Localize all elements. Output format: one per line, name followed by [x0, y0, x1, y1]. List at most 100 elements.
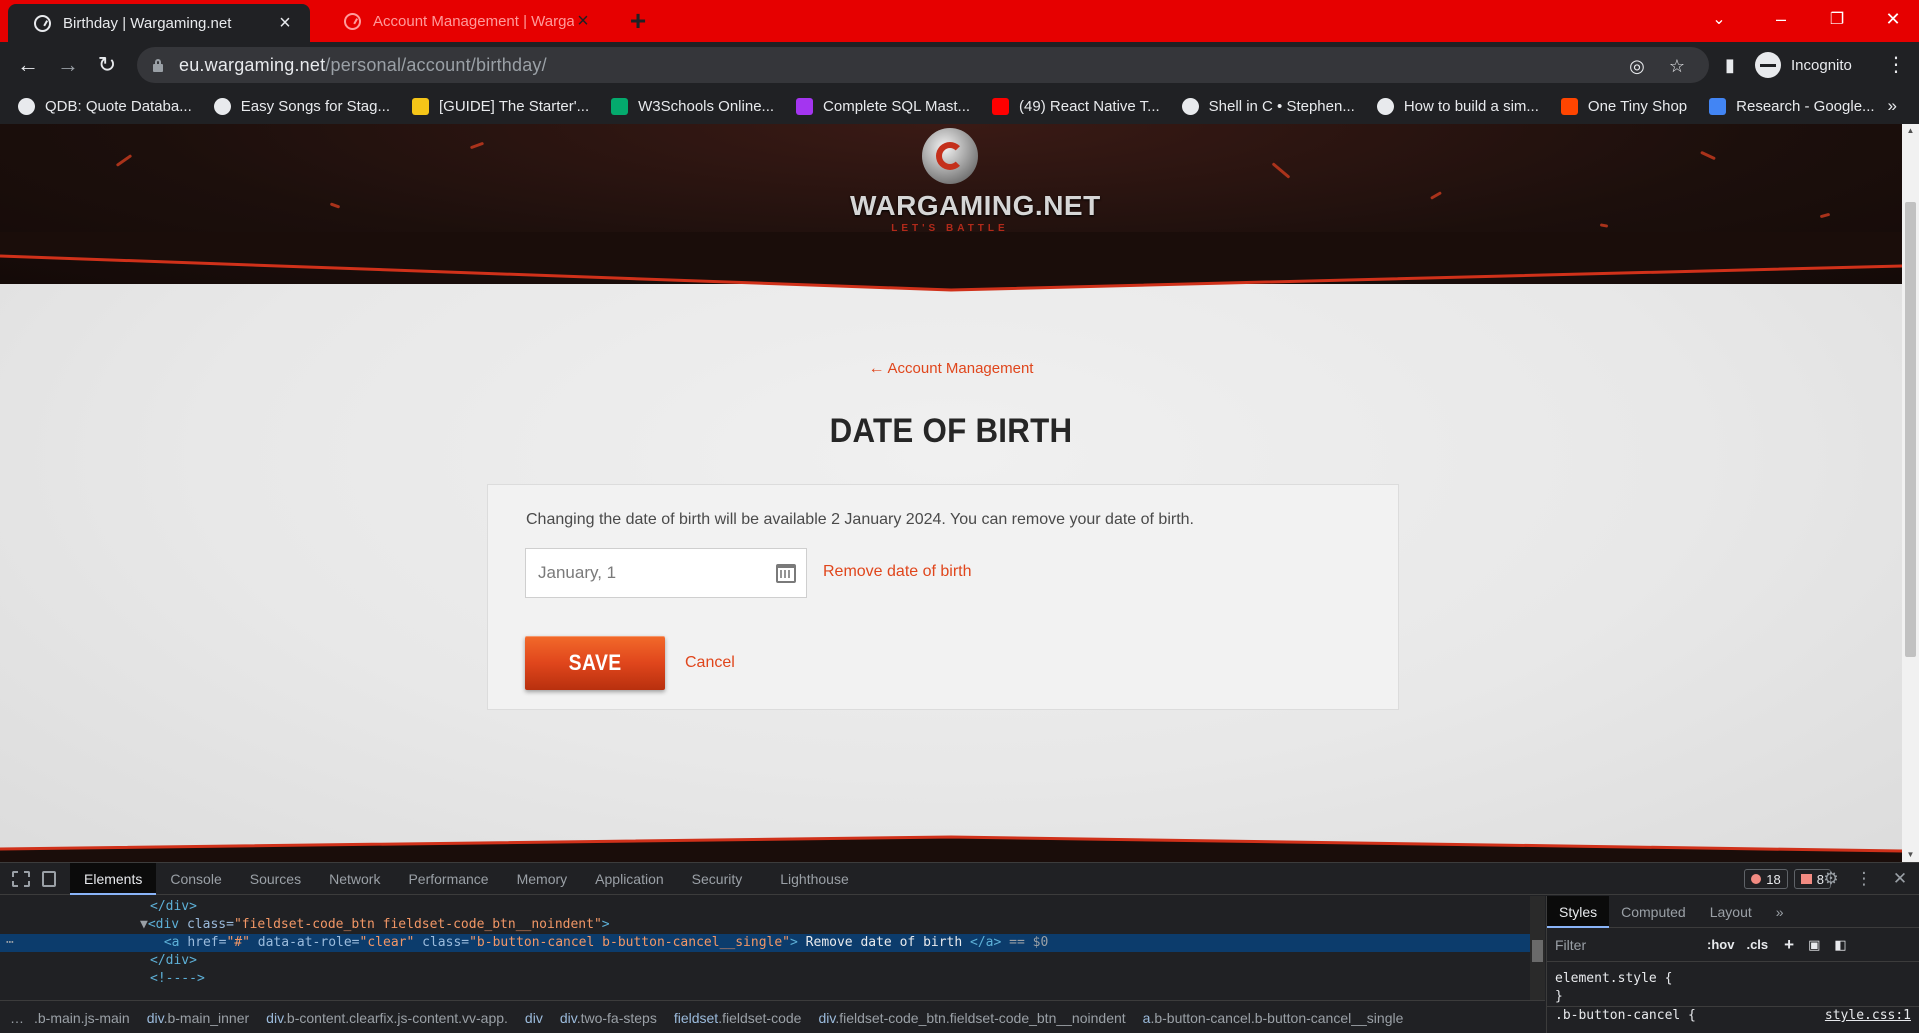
breadcrumb-item[interactable]: div	[525, 1010, 543, 1026]
lock-icon	[151, 58, 165, 72]
breadcrumb-class: .b-main.js-main	[34, 1009, 130, 1026]
tab-close-icon[interactable]: ×	[276, 13, 294, 33]
element-style-rule[interactable]: element.style {	[1547, 970, 1919, 988]
back-to-account-link[interactable]: ← Account Management	[0, 360, 1902, 378]
selected-code-line[interactable]: ⋯ <a href="#" data-at-role="clear" class=…	[0, 934, 1530, 952]
url-text: eu.wargaming.net/personal/account/birthd…	[179, 55, 547, 76]
elements-scrollbar[interactable]	[1530, 896, 1545, 1000]
incognito-profile[interactable]: Incognito	[1755, 47, 1852, 83]
new-tab-button[interactable]: +	[624, 7, 652, 35]
close-window-button[interactable]: ✕	[1870, 0, 1916, 38]
wargaming-logo[interactable]: WARGAMING.NET LET'S BATTLE	[850, 124, 1100, 239]
styles-tab-layout[interactable]: Layout	[1698, 896, 1764, 928]
styles-filter-input[interactable]: Filter	[1555, 937, 1695, 953]
breadcrumb-item[interactable]: div.two-fa-steps	[560, 1010, 657, 1026]
breadcrumb-overflow-icon[interactable]: …	[10, 1010, 24, 1026]
styles-tab-computed[interactable]: Computed	[1609, 896, 1698, 928]
toggle-sidebar-icon[interactable]: ◧	[1834, 937, 1846, 953]
breadcrumb-item[interactable]: div.fieldset-code_btn.fieldset-code_btn_…	[818, 1010, 1125, 1026]
star-icon[interactable]: ☆	[1667, 56, 1687, 76]
reload-icon[interactable]: ↻	[92, 50, 122, 80]
hand-icon	[213, 97, 231, 115]
scrollbar-thumb[interactable]	[1905, 202, 1916, 657]
code-line[interactable]: </div>	[150, 898, 1530, 916]
breadcrumb-class: .b-button-cancel.b-button-cancel__single	[1150, 1009, 1404, 1026]
bookmark-item[interactable]: (49) React Native T...	[992, 97, 1160, 115]
bookmark-item[interactable]: One Tiny Shop	[1560, 97, 1688, 115]
new-rule-icon[interactable]: +	[1784, 935, 1794, 955]
bookmark-item[interactable]: Easy Songs for Stag...	[213, 97, 390, 115]
error-badge[interactable]: 18	[1744, 869, 1788, 889]
page-scrollbar[interactable]: ▲ ▼	[1902, 124, 1919, 862]
bookmark-item[interactable]: How to build a sim...	[1376, 97, 1539, 115]
devtools-tab-elements[interactable]: Elements	[70, 862, 157, 895]
breadcrumb-tag: fieldset	[673, 1009, 719, 1026]
gear-icon[interactable]: ⚙	[1821, 869, 1841, 889]
scrollbar-thumb[interactable]	[1532, 940, 1543, 962]
styles-tab-styles[interactable]: Styles	[1547, 895, 1610, 928]
back-arrow-icon[interactable]: ←	[13, 50, 43, 80]
bookmark-label: QDB: Quote Databa...	[45, 97, 192, 115]
breadcrumb-item[interactable]: fieldset.fieldset-code	[674, 1010, 802, 1026]
cls-toggle[interactable]: .cls	[1746, 937, 1768, 952]
styles-more-icon[interactable]: »	[1764, 896, 1796, 928]
bookmark-item[interactable]: QDB: Quote Databa...	[18, 97, 192, 115]
date-of-birth-field[interactable]: January, 1	[525, 548, 807, 598]
remove-date-link[interactable]: Remove date of birth	[823, 563, 972, 581]
browser-menu-icon[interactable]: ⋮	[1886, 50, 1906, 80]
devtools-tab-security[interactable]: Security	[678, 863, 757, 895]
devtools-tab-console[interactable]: Console	[156, 863, 235, 895]
code-line[interactable]: <!---->	[150, 970, 1530, 988]
styles-pane: Styles Computed Layout» Filter :hov .cls +…	[1546, 895, 1919, 1033]
devtools-tab-lighthouse[interactable]: Lighthouse	[766, 863, 863, 895]
calendar-icon[interactable]	[776, 564, 796, 583]
devtools-tab-sources[interactable]: Sources	[236, 863, 315, 895]
scroll-down-icon[interactable]: ▼	[1902, 848, 1919, 862]
restore-button[interactable]: ❐	[1814, 0, 1860, 38]
forward-arrow-icon[interactable]: →	[53, 50, 83, 80]
bookmark-label: How to build a sim...	[1403, 97, 1539, 115]
hov-toggle[interactable]: :hov	[1707, 937, 1734, 952]
bookmark-label: One Tiny Shop	[1587, 97, 1688, 115]
breadcrumb-item[interactable]: div.b-content.clearfix.js-content.vv-app…	[266, 1010, 508, 1026]
breadcrumb-class: .b-content.clearfix.js-content.vv-app.	[283, 1009, 508, 1026]
devtools-tab-network[interactable]: Network	[315, 863, 394, 895]
url-host: eu.wargaming.net	[179, 54, 326, 75]
breadcrumb-item[interactable]: div.b-main_inner	[147, 1010, 249, 1026]
eye-slash-icon[interactable]: ◎	[1627, 56, 1647, 76]
close-devtools-icon[interactable]: ✕	[1890, 869, 1910, 889]
rule-source-link[interactable]: style.css:1	[1825, 1007, 1911, 1025]
b-button-cancel-rule[interactable]: .b-button-cancel {style.css:1	[1547, 1006, 1919, 1025]
tab-search-icon[interactable]: ⌄	[1696, 0, 1742, 38]
address-bar[interactable]: eu.wargaming.net/personal/account/birthd…	[137, 47, 1709, 83]
bookmark-item[interactable]: Shell in C • Stephen...	[1181, 97, 1355, 115]
bookmarks-overflow-icon[interactable]: »	[1888, 96, 1897, 116]
code-line[interactable]: </div>	[150, 952, 1530, 970]
devtools-tab-performance[interactable]: Performance	[394, 863, 502, 895]
inspect-element-icon[interactable]	[12, 870, 30, 887]
bookmark-item[interactable]: W3Schools Online...	[611, 97, 774, 115]
tab-close-icon[interactable]: ×	[574, 11, 592, 31]
tab-birthday[interactable]: Birthday | Wargaming.net ×	[8, 4, 310, 42]
bookmark-item[interactable]: [GUIDE] The Starter'...	[412, 97, 589, 115]
breadcrumb-tag: div	[818, 1009, 836, 1026]
device-toolbar-icon[interactable]	[42, 870, 56, 887]
medium-icon	[1376, 97, 1394, 115]
devtools-badges: 18 8	[1744, 869, 1831, 889]
devtools-tab-memory[interactable]: Memory	[503, 863, 582, 895]
breadcrumb-item[interactable]: a.b-button-cancel.b-button-cancel__singl…	[1143, 1010, 1404, 1026]
bookmark-item[interactable]: Complete SQL Mast...	[796, 97, 970, 115]
page-title: DATE OF BIRTH	[829, 412, 1073, 450]
devtools-menu-icon[interactable]: ⋮	[1854, 869, 1874, 889]
paint-icon[interactable]: ▣	[1808, 937, 1820, 953]
side-panel-icon[interactable]: ▮	[1720, 55, 1740, 75]
code-line[interactable]: ▼<div class="fieldset-code_btn fieldset-…	[140, 916, 1530, 934]
scroll-up-icon[interactable]: ▲	[1902, 124, 1919, 138]
bookmark-item[interactable]: Research - Google...	[1709, 97, 1875, 115]
save-button[interactable]: SAVE	[525, 636, 665, 690]
cancel-link[interactable]: Cancel	[685, 654, 735, 672]
tab-account-management[interactable]: Account Management | Wargam ×	[318, 0, 608, 42]
breadcrumb-item[interactable]: .b-main.js-main	[34, 1010, 130, 1026]
devtools-tab-application[interactable]: Application	[581, 863, 678, 895]
minimize-button[interactable]: –	[1758, 0, 1804, 38]
